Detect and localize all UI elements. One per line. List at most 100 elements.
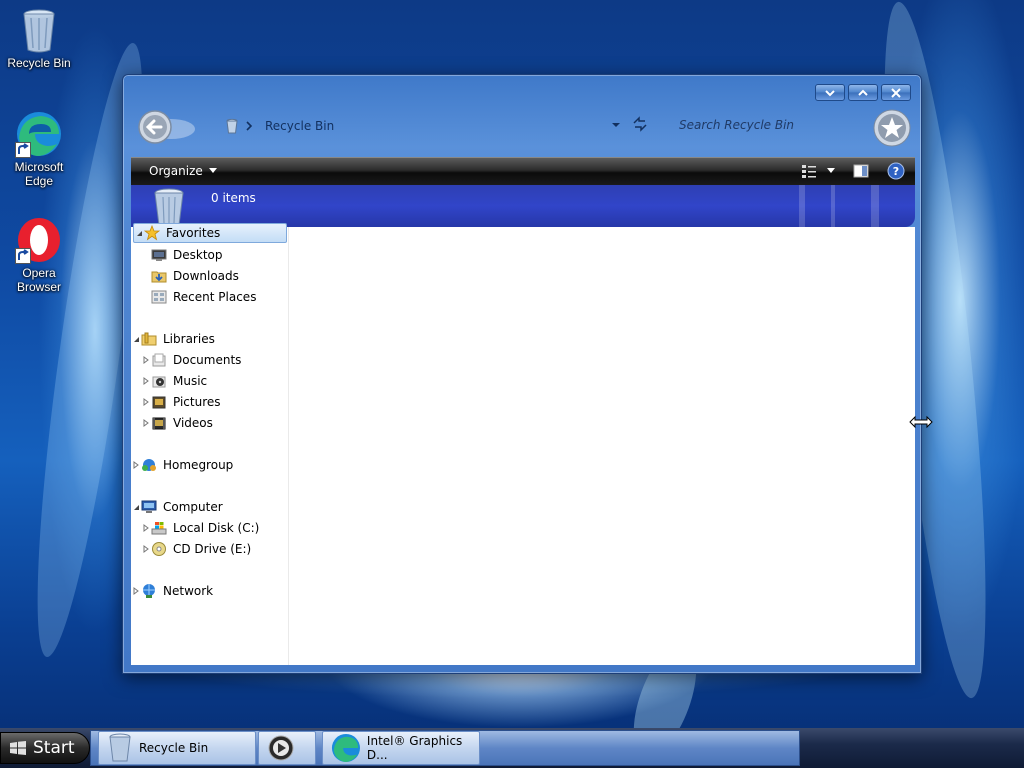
item-count: 0 items: [211, 191, 256, 205]
edge-icon: [331, 733, 360, 763]
favorites-orb-button[interactable]: [873, 109, 911, 147]
videos-icon: [151, 415, 167, 431]
preview-pane-icon[interactable]: [853, 163, 869, 179]
refresh-button[interactable]: [631, 115, 649, 136]
navigation-pane: Favorites Desktop Downloads Recent Place…: [131, 223, 289, 665]
shortcut-arrow-icon: [15, 142, 31, 158]
recycle-bin-icon: [226, 118, 238, 134]
content-area: Favorites Desktop Downloads Recent Place…: [131, 223, 915, 665]
cd-drive-icon: [151, 541, 167, 557]
search-input[interactable]: Search Recycle Bin: [679, 118, 794, 132]
expand-arrow-icon[interactable]: [131, 461, 141, 469]
maximize-button[interactable]: [848, 84, 878, 101]
desktop-icon-recycle-bin[interactable]: Recycle Bin: [3, 6, 75, 70]
explorer-window: Recycle Bin Search Recycle Bin Organize: [122, 74, 922, 674]
nav-item-videos[interactable]: Videos: [131, 413, 287, 433]
collapse-arrow-icon[interactable]: [134, 230, 144, 237]
nav-item-favorites[interactable]: Favorites: [133, 223, 287, 243]
recycle-bin-icon: [151, 187, 187, 227]
nav-label: Desktop: [173, 248, 223, 262]
expand-arrow-icon[interactable]: [141, 377, 151, 385]
task-label: Intel® Graphics D...: [366, 734, 463, 762]
back-button[interactable]: [137, 109, 197, 145]
media-player-icon: [268, 735, 294, 761]
start-button[interactable]: Start: [0, 732, 90, 764]
expand-arrow-icon[interactable]: [131, 587, 141, 595]
breadcrumb-current[interactable]: Recycle Bin: [265, 119, 334, 133]
chevron-down-icon: [612, 123, 620, 127]
desktop-folder-icon: [151, 247, 167, 263]
close-button[interactable]: [881, 84, 911, 101]
expand-arrow-icon[interactable]: [141, 545, 151, 553]
chevron-right-icon[interactable]: [245, 121, 253, 131]
nav-label: Favorites: [166, 226, 221, 240]
svg-text:?: ?: [893, 165, 899, 178]
homegroup-icon: [141, 457, 157, 473]
local-disk-icon: [151, 520, 167, 536]
shortcut-arrow-icon: [15, 248, 31, 264]
task-label: Recycle Bin: [139, 741, 209, 755]
nav-label: Documents: [173, 353, 242, 367]
nav-item-recent-places[interactable]: Recent Places: [131, 287, 287, 307]
banner-highlight: [799, 185, 805, 227]
desktop-icon-opera-browser[interactable]: Opera Browser: [3, 216, 75, 294]
taskbar-button-intel-graphics[interactable]: Intel® Graphics D...: [322, 731, 480, 765]
maximize-icon: [858, 89, 868, 96]
start-label: Start: [33, 738, 75, 758]
collapse-arrow-icon[interactable]: [131, 504, 141, 511]
taskbar: Start Recycle Bin Intel® Graphics D...: [0, 728, 1024, 768]
nav-item-computer[interactable]: Computer: [131, 497, 287, 517]
taskbar-button-recycle-bin[interactable]: Recycle Bin: [98, 731, 256, 765]
help-icon[interactable]: ?: [887, 162, 905, 180]
edge-icon: [15, 110, 63, 158]
documents-icon: [151, 352, 167, 368]
address-bar[interactable]: Recycle Bin: [225, 115, 334, 137]
expand-arrow-icon[interactable]: [141, 524, 151, 532]
organize-menu-button[interactable]: Organize: [149, 164, 217, 178]
command-bar-right: ?: [801, 162, 905, 180]
pictures-icon: [151, 394, 167, 410]
downloads-folder-icon: [151, 268, 167, 284]
recycle-bin-icon: [109, 733, 131, 762]
nav-item-homegroup[interactable]: Homegroup: [131, 455, 287, 475]
nav-item-libraries[interactable]: Libraries: [131, 329, 287, 349]
change-view-button[interactable]: [801, 163, 835, 179]
star-icon: [873, 109, 911, 147]
recycle-bin-icon: [15, 6, 63, 54]
expand-arrow-icon[interactable]: [141, 356, 151, 364]
taskbar-button-media-player[interactable]: [258, 731, 316, 765]
expand-arrow-icon[interactable]: [141, 398, 151, 406]
nav-item-network[interactable]: Network: [131, 581, 287, 601]
nav-item-downloads[interactable]: Downloads: [131, 266, 287, 286]
nav-item-pictures[interactable]: Pictures: [131, 392, 287, 412]
banner-highlight: [871, 185, 879, 227]
minimize-button[interactable]: [815, 84, 845, 101]
nav-item-documents[interactable]: Documents: [131, 350, 287, 370]
navigation-row: Recycle Bin Search Recycle Bin: [135, 105, 911, 149]
folder-info-banner: 0 items: [131, 185, 915, 227]
resize-cursor-icon: [908, 415, 934, 432]
desktop-icon-label: Recycle Bin: [7, 56, 71, 70]
minimize-icon: [825, 89, 835, 96]
nav-label: Homegroup: [163, 458, 234, 472]
nav-item-desktop[interactable]: Desktop: [131, 245, 287, 265]
nav-label: Pictures: [173, 395, 221, 409]
address-dropdown-button[interactable]: [611, 118, 621, 132]
back-arrow-icon: [138, 110, 195, 144]
collapse-arrow-icon[interactable]: [131, 336, 141, 343]
nav-item-cd-drive[interactable]: CD Drive (E:): [131, 539, 287, 559]
chevron-down-icon: [827, 168, 835, 173]
expand-arrow-icon[interactable]: [141, 419, 151, 427]
computer-icon: [141, 499, 157, 515]
nav-label: Computer: [163, 500, 223, 514]
nav-item-music[interactable]: Music: [131, 371, 287, 391]
nav-label: Videos: [173, 416, 213, 430]
desktop-icon-label: Opera Browser: [16, 266, 61, 294]
desktop-icon-microsoft-edge[interactable]: Microsoft Edge: [3, 110, 75, 188]
recent-places-icon: [151, 289, 167, 305]
music-icon: [151, 373, 167, 389]
refresh-icon: [633, 116, 647, 132]
desktop-icon-label: Microsoft Edge: [14, 160, 64, 188]
libraries-icon: [141, 331, 157, 347]
nav-item-local-disk[interactable]: Local Disk (C:): [131, 518, 287, 538]
